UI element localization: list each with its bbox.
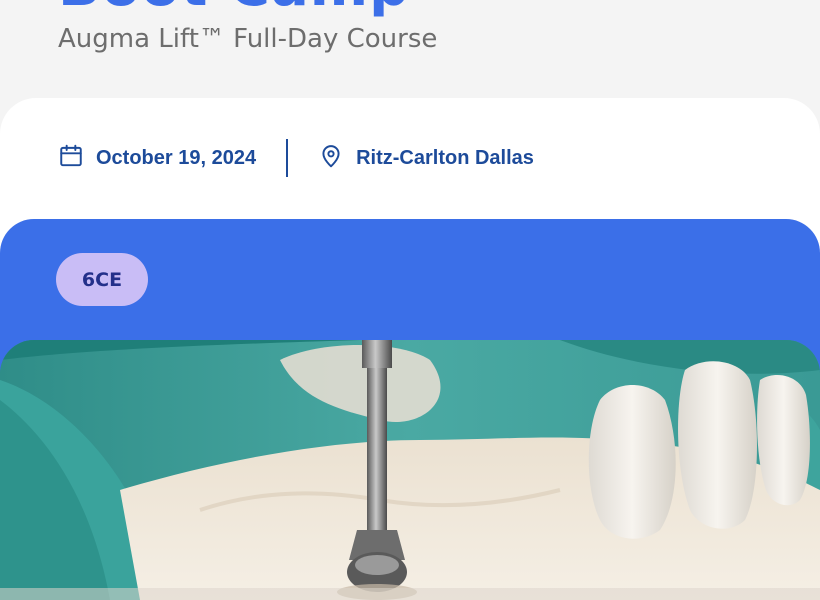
page-title: Boot Camp <box>58 0 410 19</box>
ce-credits-badge: 6CE <box>56 253 148 306</box>
event-date-text: October 19, 2024 <box>96 146 257 169</box>
event-location[interactable]: Ritz-Carlton Dallas <box>318 143 534 174</box>
event-info-row: October 19, 2024 Ritz-Carlton Dallas <box>58 139 534 177</box>
course-subtitle: Augma Lift™ Full-Day Course <box>58 24 438 54</box>
event-location-text: Ritz-Carlton Dallas <box>356 146 534 169</box>
calendar-icon <box>58 143 84 174</box>
hero-image <box>0 340 820 600</box>
info-divider <box>286 139 289 177</box>
event-date: October 19, 2024 <box>58 143 256 174</box>
map-pin-icon <box>318 143 344 174</box>
